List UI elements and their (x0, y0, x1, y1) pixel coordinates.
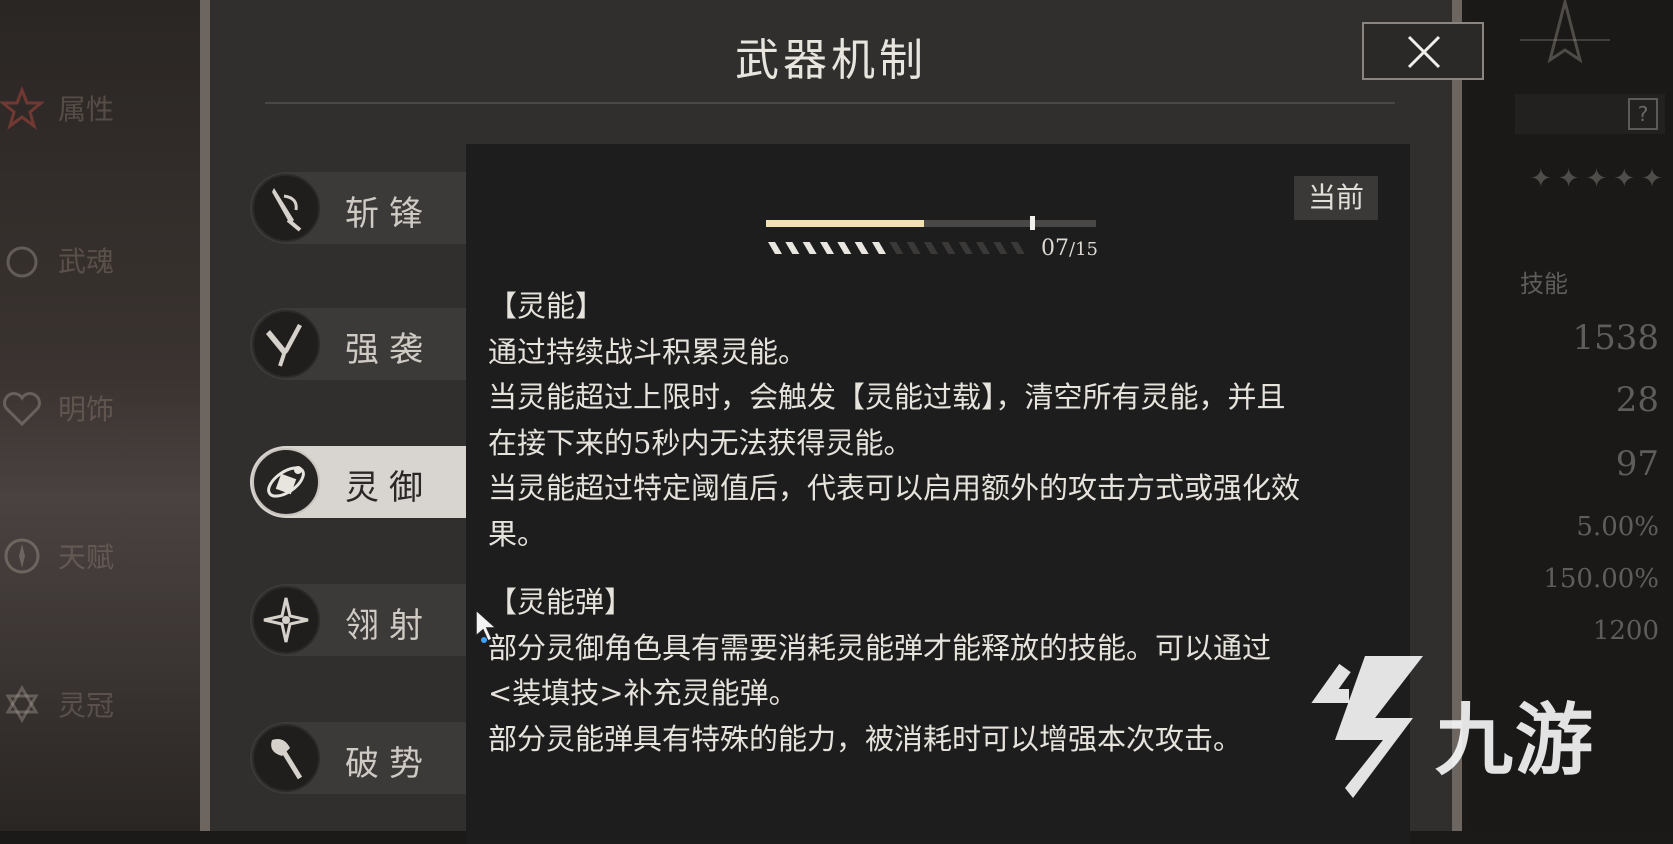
meter-segment (854, 242, 869, 254)
bg-stat-value: 1200 (1592, 616, 1659, 646)
heart-icon (3, 392, 41, 427)
bg-menu-talent: 天赋 (0, 528, 200, 588)
meter-segment (993, 242, 1008, 254)
close-x-icon (1407, 35, 1441, 69)
meter-total: /15 (1069, 239, 1098, 260)
section-line: 部分灵御角色具有需要消耗灵能弹才能释放的技能。可以通过 (488, 630, 1272, 665)
tab-assault[interactable]: 强袭 (250, 308, 480, 380)
rating-stars-icon: ✦✦✦✦✦ (1530, 164, 1669, 194)
tab-slash[interactable]: 斩锋 (250, 172, 480, 244)
bg-stat-value: 5.00% (1576, 512, 1659, 542)
meter-current: 07 (1041, 236, 1069, 261)
section-line: 当灵能超过上限时，会触发【灵能过载】，清空所有灵能，并且 (488, 380, 1286, 414)
bg-stat-value: 150.00% (1543, 564, 1659, 594)
meter-segment (976, 242, 990, 254)
meter-track (766, 220, 1096, 227)
help-icon: ? (1628, 98, 1658, 130)
tab-feather-shot[interactable]: 翎射 (250, 584, 480, 656)
mouse-cursor-icon (475, 608, 498, 643)
bg-menu-label: 武魂 (58, 245, 115, 278)
bg-menu-label: 明饰 (58, 393, 115, 426)
meter-segment (837, 242, 852, 254)
meter-segment (941, 242, 956, 254)
axe-icon (252, 724, 320, 792)
bg-menu-ornaments: 明饰 (0, 380, 200, 440)
background-left-menu: 属性 武魂 明饰 天赋 灵冠 (0, 0, 210, 831)
section-title: 【灵能】 (488, 289, 605, 323)
bg-menu-label: 属性 (58, 93, 115, 126)
tab-label: 破势 (345, 744, 433, 784)
spirit-energy-meter: 07/15 (766, 216, 1106, 280)
meter-segment (785, 242, 800, 254)
section-line: 当灵能超过特定阈值后，代表可以启用额外的攻击方式或强化效 (488, 471, 1301, 505)
mechanic-detail-panel: 当前 07/15 【灵能】 通过持续战斗积累灵能。 当灵能超过上限时，会触发【灵… (466, 144, 1410, 844)
section-line: 果。 (488, 516, 547, 551)
meter-threshold-marker (1030, 216, 1035, 230)
section-title: 【灵能弹】 (488, 585, 634, 619)
meter-segment (889, 242, 904, 254)
crown-icon (6, 246, 38, 278)
current-badge: 当前 (1294, 176, 1378, 220)
tab-label: 强袭 (345, 330, 433, 370)
bg-stat-value: 97 (1615, 444, 1659, 484)
meter-segment (820, 242, 834, 254)
bg-menu-label: 天赋 (58, 541, 115, 574)
bg-stat-value: 1538 (1572, 318, 1659, 358)
section-line: 在接下来的5秒内无法获得灵能。 (488, 425, 913, 460)
bg-menu-crown: 灵冠 (0, 676, 200, 736)
tab-spirit-control[interactable]: 灵御 (250, 446, 480, 518)
tab-break[interactable]: 破势 (250, 722, 480, 794)
watermark: 九游 (1305, 648, 1645, 808)
blade-icon (252, 174, 320, 242)
meter-fill (766, 220, 925, 227)
bg-stat-value: 28 (1615, 380, 1659, 420)
star-icon (0, 86, 44, 130)
bg-menu-weapon-soul: 武魂 (0, 232, 200, 292)
title-divider (265, 102, 1395, 104)
section-spirit-bullet: 【灵能弹】 部分灵御角色具有需要消耗灵能弹才能释放的技能。可以通过 <装填技>补… (488, 580, 1388, 762)
bg-stats-header: 技能 (1520, 270, 1568, 298)
section-line: 部分灵能弹具有特殊的能力，被消耗时可以增强本次攻击。 (488, 721, 1243, 756)
star-shuriken-icon (252, 586, 320, 654)
meter-segment (924, 242, 938, 254)
twin-blades-icon (252, 310, 320, 378)
section-line: <装填技>补充灵能弹。 (488, 676, 798, 710)
section-spirit-energy: 【灵能】 通过持续战斗积累灵能。 当灵能超过上限时，会触发【灵能过载】，清空所有… (488, 284, 1388, 557)
tab-label: 翎射 (345, 606, 433, 646)
close-button[interactable] (1362, 22, 1484, 80)
orbit-spirit-icon (252, 448, 320, 516)
jiuyou-logo-icon (1311, 656, 1423, 798)
meter-segment (1010, 242, 1025, 254)
meter-count: 07/15 (1041, 236, 1098, 261)
emblem-icon (1520, 0, 1610, 64)
hexagram-icon (5, 685, 39, 723)
modal-title: 武器机制 (735, 35, 927, 86)
meter-segment (768, 242, 782, 254)
tab-label: 斩锋 (345, 194, 433, 234)
section-line: 通过持续战斗积累灵能。 (488, 334, 808, 369)
tab-label: 灵御 (345, 468, 433, 508)
bg-menu-label: 灵冠 (58, 689, 115, 722)
meter-segment (802, 242, 817, 254)
bg-menu-attributes: 属性 (0, 80, 200, 140)
compass-icon (4, 538, 40, 574)
meter-segment (958, 242, 973, 254)
watermark-text: 九游 (1435, 696, 1596, 786)
meter-segment (872, 242, 886, 254)
meter-segment (906, 242, 921, 254)
